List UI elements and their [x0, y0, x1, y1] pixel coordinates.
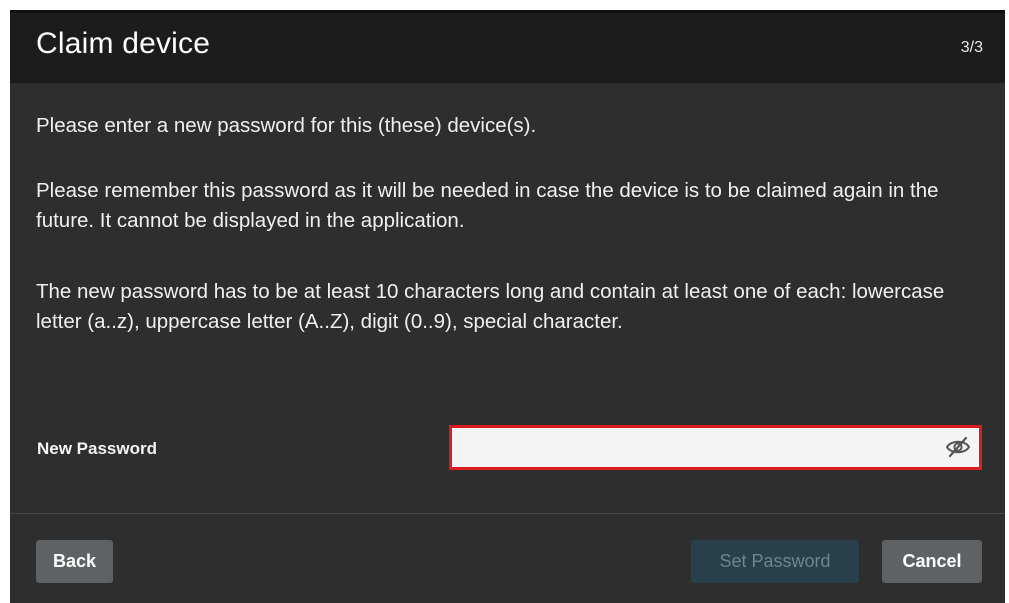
back-button[interactable]: Back [36, 540, 113, 583]
new-password-label: New Password [37, 439, 157, 458]
reminder-paragraph: Please remember this password as it will… [36, 179, 939, 232]
password-requirements-paragraph: The new password has to be at least 10 c… [36, 280, 945, 333]
dialog-header: Claim device 3/3 [10, 13, 1005, 83]
claim-device-dialog: Claim device 3/3 Please enter a new pass… [10, 10, 1005, 603]
eye-slash-icon[interactable] [945, 436, 971, 458]
set-password-button[interactable]: Set Password [691, 540, 859, 583]
new-password-field-wrapper [449, 425, 982, 470]
cancel-button[interactable]: Cancel [882, 540, 982, 583]
instruction-paragraph: Please enter a new password for this (th… [36, 114, 537, 137]
new-password-input[interactable] [452, 428, 952, 467]
dialog-title: Claim device [36, 27, 211, 60]
footer-divider [10, 513, 1005, 514]
step-indicator: 3/3 [960, 39, 983, 56]
